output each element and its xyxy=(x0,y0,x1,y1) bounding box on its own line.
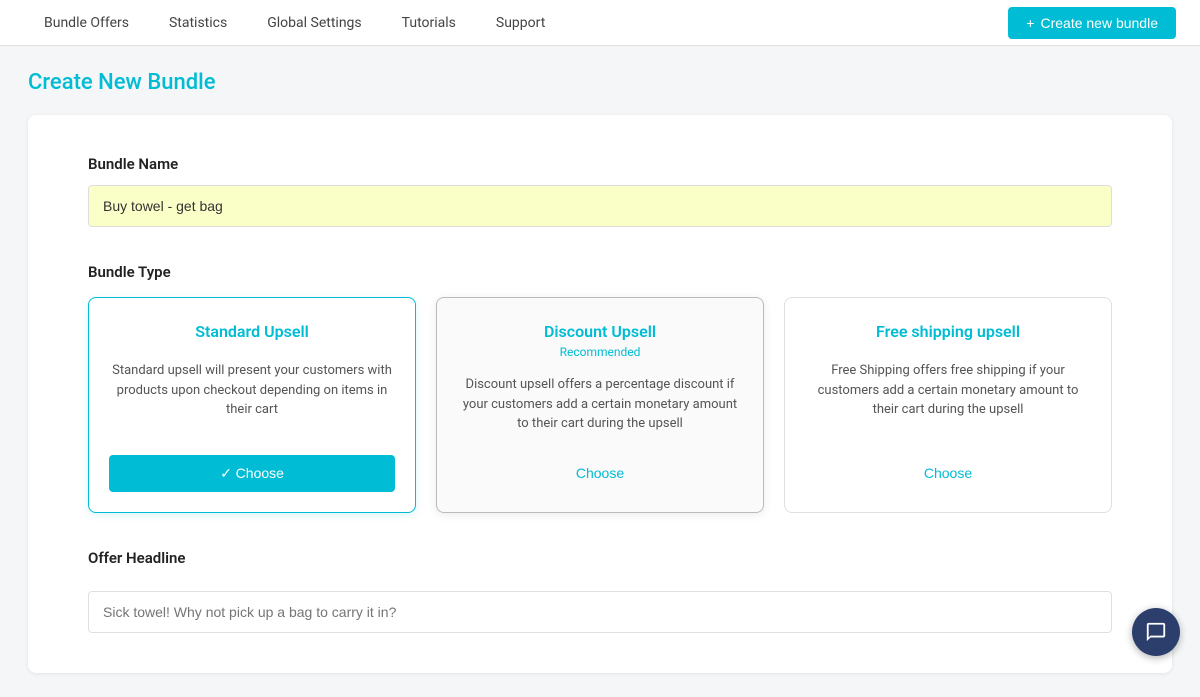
offer-headline-label: Offer Headline xyxy=(88,549,1112,567)
bundle-card-free-shipping-desc: Free Shipping offers free shipping if yo… xyxy=(805,361,1091,434)
navigation: Bundle Offers Statistics Global Settings… xyxy=(0,0,1200,46)
nav-tutorials[interactable]: Tutorials xyxy=(382,0,476,46)
bundle-name-input[interactable] xyxy=(88,185,1112,227)
bundle-card-discount-title: Discount Upsell xyxy=(544,322,656,341)
bundle-type-section: Bundle Type Standard Upsell Standard ups… xyxy=(88,263,1112,513)
bundle-card-free-shipping-title: Free shipping upsell xyxy=(876,322,1020,341)
bundle-type-cards: Standard Upsell Standard upsell will pre… xyxy=(88,297,1112,513)
bundle-card-free-shipping[interactable]: Free shipping upsell Free Shipping offer… xyxy=(784,297,1112,513)
choose-discount-button[interactable]: Choose xyxy=(457,454,743,492)
chat-widget-button[interactable] xyxy=(1132,608,1180,656)
chat-icon xyxy=(1145,621,1167,643)
bundle-name-section: Bundle Name xyxy=(88,155,1112,263)
bundle-card-standard[interactable]: Standard Upsell Standard upsell will pre… xyxy=(88,297,416,513)
create-new-bundle-button[interactable]: + Create new bundle xyxy=(1008,7,1176,39)
nav-items: Bundle Offers Statistics Global Settings… xyxy=(24,0,1008,46)
offer-headline-input[interactable] xyxy=(88,591,1112,633)
bundle-card-standard-desc: Standard upsell will present your custom… xyxy=(109,361,395,435)
nav-global-settings[interactable]: Global Settings xyxy=(247,0,381,46)
create-button-label: Create new bundle xyxy=(1040,15,1158,31)
bundle-card-discount-recommended: Recommended xyxy=(560,345,641,359)
choose-free-shipping-button[interactable]: Choose xyxy=(805,454,1091,492)
bundle-name-label: Bundle Name xyxy=(88,155,1112,173)
bundle-type-label: Bundle Type xyxy=(88,263,1112,281)
plus-icon: + xyxy=(1026,15,1034,31)
bundle-card-discount-desc: Discount upsell offers a percentage disc… xyxy=(457,375,743,434)
page-content: Create New Bundle Bundle Name Bundle Typ… xyxy=(0,46,1200,697)
nav-bundle-offers[interactable]: Bundle Offers xyxy=(24,0,149,46)
offer-headline-section: Offer Headline xyxy=(88,549,1112,633)
choose-standard-button[interactable]: ✓ Choose xyxy=(109,455,395,492)
bundle-card-standard-title: Standard Upsell xyxy=(195,322,309,341)
nav-support[interactable]: Support xyxy=(476,0,565,46)
page-title: Create New Bundle xyxy=(28,70,1172,95)
form-card: Bundle Name Bundle Type Standard Upsell … xyxy=(28,115,1172,673)
nav-statistics[interactable]: Statistics xyxy=(149,0,247,46)
bundle-card-discount[interactable]: Discount Upsell Recommended Discount ups… xyxy=(436,297,764,513)
